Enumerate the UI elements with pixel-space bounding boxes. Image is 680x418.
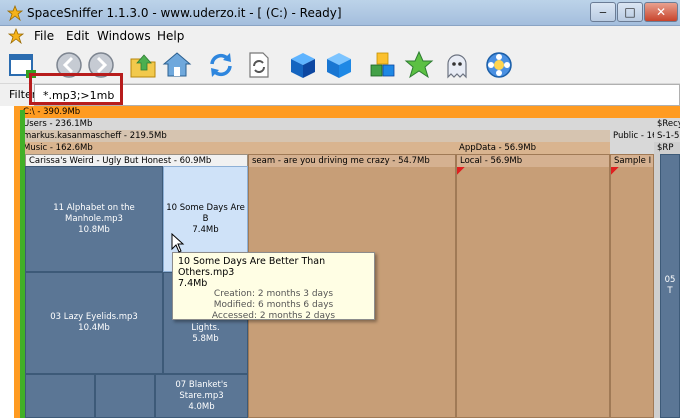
recycle-bin-header[interactable]: $Recy [654,118,680,130]
file-tile-size: 5.8Mb [192,334,219,344]
tooltip-title: 10 Some Days Are Better Than Others.mp3 [178,256,326,278]
file-tile-name: 11 Alphabet on the Manhole.mp3 [53,202,135,224]
restore-point-header[interactable]: $RP [654,142,680,154]
restore-point-tile[interactable]: 05 T [660,154,680,418]
tooltip-modified: Modified: 6 months 6 days [213,300,334,310]
users-header[interactable]: Users - 236.1Mb [20,118,654,130]
local-folder-header: Local - 56.9Mb [457,155,609,167]
filter-highlight-box [29,73,123,105]
app-icon [7,5,23,21]
folder-up-icon[interactable] [128,50,158,80]
file-tile-name: 03 Lazy Eyelids.mp3 [50,312,138,322]
sample-folder-block[interactable]: Sample I [610,154,654,418]
settings-flower-icon[interactable] [484,50,514,80]
menu-edit[interactable]: Edit [66,29,89,43]
menu-help[interactable]: Help [157,29,184,43]
file-tile-name: 07 Blanket's Stare.mp3 [175,379,228,401]
restore-point-tile-label: 05 T [664,275,676,296]
maximize-button[interactable]: □ [617,2,643,22]
refresh-page-icon[interactable] [244,50,274,80]
file-tile-unlabeled[interactable] [25,374,95,418]
mouse-cursor-icon [171,233,185,253]
file-tile[interactable]: 03 Lazy Eyelids.mp3 10.4Mb [25,272,163,374]
file-tile-name: 10 Some Days Are B [166,202,245,224]
file-tile-unlabeled[interactable] [95,374,155,418]
menu-file[interactable]: File [34,29,54,43]
title-bar[interactable]: SpaceSniffer 1.1.3.0 - www.uderzo.it - [… [0,0,680,26]
cube-alt-icon[interactable] [324,50,354,80]
window-title: SpaceSniffer 1.1.3.0 - www.uderzo.it - [… [27,6,342,20]
local-folder-marker [457,167,465,175]
file-tile[interactable]: 07 Blanket's Stare.mp3 4.0Mb [155,374,248,418]
menu-windows[interactable]: Windows [97,29,151,43]
close-button[interactable]: ✕ [644,2,678,22]
other-album-header: seam - are you driving me crazy - 54.7Mb [249,155,455,167]
filter-input[interactable] [34,84,680,106]
tooltip-creation: Creation: 2 months 3 days [213,289,334,299]
ghost-icon[interactable] [442,50,472,80]
minimize-button[interactable]: ‒ [590,2,616,22]
sample-folder-marker [611,167,619,175]
refresh-icon[interactable] [206,50,236,80]
appdata-folder-header[interactable]: AppData - 56.9Mb [456,142,610,154]
file-tile-size: 4.0Mb [188,401,215,412]
file-tooltip: 10 Some Days Are Better Than Others.mp3 … [172,252,375,321]
star-icon[interactable] [404,50,434,80]
cube-icon[interactable] [288,50,318,80]
local-folder-block[interactable]: Local - 56.9Mb [456,154,610,418]
public-sub-header [610,142,654,154]
music-folder-header[interactable]: Music - 162.6Mb [20,142,456,154]
tooltip-size: 7.4Mb [178,278,208,289]
blocks-icon[interactable] [368,50,398,80]
file-tile-size: 10.8Mb [78,224,110,235]
public-folder-header[interactable]: Public - 16 [610,130,654,142]
star-menu-icon[interactable] [8,28,24,44]
file-tile-size: 10.4Mb [78,323,110,333]
sample-folder-header: Sample I [611,155,653,167]
file-tile[interactable]: 11 Alphabet on the Manhole.mp3 10.8Mb [25,166,163,272]
sid-folder-header[interactable]: S-1-5 [654,130,680,142]
home-icon[interactable] [162,50,192,80]
user-folder-header[interactable]: markus.kasanmascheff - 219.5Mb [20,130,610,142]
drive-header[interactable]: C:\ - 390.9Mb [20,106,680,118]
tooltip-accessed: Accessed: 2 months 2 days [211,311,336,321]
menu-bar: File Edit Windows Help [0,26,680,46]
